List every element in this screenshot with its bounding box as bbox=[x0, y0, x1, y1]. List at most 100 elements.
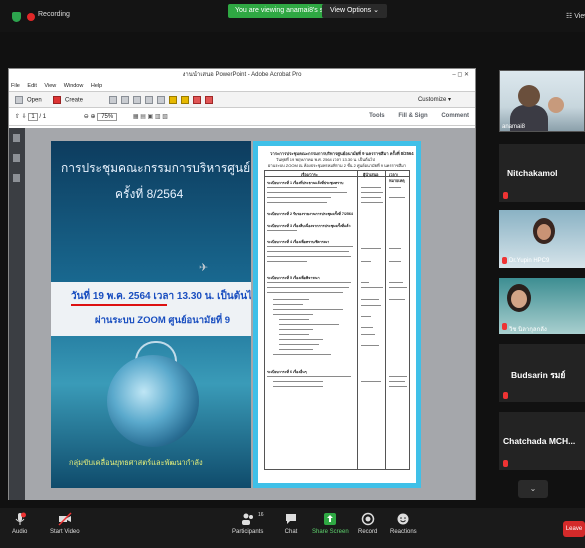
open-label: Open bbox=[27, 97, 42, 104]
folder-icon bbox=[15, 96, 23, 104]
agenda-row bbox=[273, 354, 331, 356]
agenda-row bbox=[279, 349, 313, 351]
time-cell bbox=[389, 248, 401, 250]
navigation-pane bbox=[9, 128, 25, 500]
slide-date: วันที่ 19 พ.ค. 2564 เวลา 13.30 น. เป็นต้… bbox=[71, 291, 251, 302]
menu-edit[interactable]: Edit bbox=[27, 83, 36, 89]
view-options-button[interactable]: View Options ⌄ bbox=[322, 4, 387, 18]
participant-tile-nitchakamol[interactable]: Nitchakamol bbox=[499, 144, 585, 202]
audio-label: Audio bbox=[12, 529, 28, 535]
zoom-in-icon[interactable]: ⊕ bbox=[90, 114, 95, 120]
participants-label: Participants bbox=[232, 529, 264, 535]
table-divider bbox=[385, 171, 386, 469]
agenda-row bbox=[273, 299, 309, 301]
audio-button[interactable]: Audio bbox=[12, 512, 27, 535]
agenda-venue: ผ่านระบบ ZOOM ณ ห้องประชุมพรหมพิราม 2 ชั… bbox=[268, 163, 407, 168]
menu-window[interactable]: Window bbox=[64, 83, 84, 89]
tools-pane-link[interactable]: Tools bbox=[369, 113, 385, 119]
participant-tile-dr-yupin[interactable]: Dr.Yupin HPC9 bbox=[499, 210, 585, 268]
customize-label: Customize bbox=[417, 97, 447, 103]
more-participants-button[interactable]: ⌄ bbox=[518, 480, 548, 498]
agenda-section: ระเบียบวาระที่ 3 เรื่องสืบเนื่องจากการปร… bbox=[267, 224, 351, 228]
time-cell bbox=[389, 386, 407, 388]
agenda-section: ระเบียบวาระที่ 4 เรื่องเพื่อทราบ/พิจารณา bbox=[267, 240, 330, 244]
chat-button[interactable]: Chat bbox=[284, 512, 298, 535]
zoom-level-select[interactable]: 75% bbox=[97, 113, 118, 121]
presenter-cell bbox=[361, 327, 373, 329]
zoom-out-icon[interactable]: ⊖ bbox=[84, 114, 89, 120]
bookmarks-icon[interactable] bbox=[13, 154, 20, 162]
participant-tile-anamai8[interactable]: anamai8 bbox=[499, 70, 585, 132]
agenda-row bbox=[267, 282, 351, 284]
document-viewer[interactable]: การประชุมคณะกรรมการบริหารศูนย์อนามัยที่9… bbox=[9, 128, 475, 500]
time-cell bbox=[389, 282, 403, 284]
stamp-icon[interactable] bbox=[193, 96, 201, 104]
attachments-icon[interactable] bbox=[13, 174, 20, 182]
export-icon[interactable] bbox=[157, 96, 165, 104]
email-icon[interactable] bbox=[133, 96, 141, 104]
print-icon[interactable] bbox=[121, 96, 129, 104]
mic-muted-icon bbox=[503, 192, 508, 199]
create-button[interactable]: Create bbox=[53, 96, 83, 104]
presenter-cell bbox=[361, 345, 379, 347]
agenda-row bbox=[279, 334, 309, 336]
page-total: 1 bbox=[42, 114, 47, 120]
agenda-col-presenter: ผู้นำเสนอ bbox=[363, 173, 379, 177]
presenter-cell bbox=[361, 192, 383, 194]
agenda-row bbox=[267, 251, 349, 253]
participant-name: Chatchada MCH... bbox=[503, 436, 576, 446]
video-off-icon bbox=[58, 512, 72, 526]
leave-button[interactable]: Leave bbox=[563, 521, 585, 537]
participant-tile-budsarin[interactable]: Budsarin รมย์ bbox=[499, 344, 585, 402]
window-controls[interactable]: – ◻ ✕ bbox=[452, 69, 469, 81]
participants-icon bbox=[241, 513, 253, 525]
presenter-cell bbox=[361, 248, 381, 250]
participant-name: Dr.Yupin HPC9 bbox=[509, 258, 550, 264]
fill-sign-pane-link[interactable]: Fill & Sign bbox=[398, 113, 427, 119]
comment-icon[interactable] bbox=[169, 96, 177, 104]
participant-tile-chatchada[interactable]: Chatchada MCH... bbox=[499, 412, 585, 470]
comment-pane-link[interactable]: Comment bbox=[441, 113, 469, 119]
participant-name: Budsarin รมย์ bbox=[511, 370, 566, 380]
slide-zoom-venue: ผ่านระบบ ZOOM ศูนย์อนามัยที่ 9 bbox=[95, 315, 231, 326]
menu-file[interactable]: File bbox=[11, 83, 20, 89]
mic-muted-icon bbox=[503, 460, 508, 467]
share-screen-button[interactable]: Share Screen bbox=[312, 512, 349, 535]
reactions-button[interactable]: Reactions bbox=[390, 512, 417, 535]
record-button[interactable]: Record bbox=[358, 512, 377, 535]
agenda-col-time: เวลา/หมายเหตุ bbox=[389, 173, 405, 183]
page-number-input[interactable]: 1 bbox=[28, 113, 38, 121]
gallery-view-button[interactable]: ☷ View bbox=[566, 12, 585, 20]
start-video-button[interactable]: Start Video bbox=[50, 512, 80, 535]
open-button[interactable]: Open bbox=[15, 96, 42, 104]
next-page-icon[interactable]: ⇩ bbox=[22, 114, 27, 120]
time-cell bbox=[389, 381, 405, 383]
chat-icon bbox=[286, 514, 296, 524]
agenda-section: ระเบียบวาระที่ 6 เรื่องอื่นๆ bbox=[267, 370, 307, 374]
share-screen-label: Share Screen bbox=[312, 529, 349, 535]
save-icon[interactable] bbox=[109, 96, 117, 104]
participants-button[interactable]: Participants 16 bbox=[232, 512, 264, 535]
mic-muted-icon bbox=[502, 323, 507, 330]
menu-help[interactable]: Help bbox=[91, 83, 102, 89]
view-mode-icons[interactable]: ▦ ▤ ▣ ▥ ▧ bbox=[133, 114, 168, 120]
time-cell bbox=[389, 261, 401, 263]
page-thumbnails-icon[interactable] bbox=[13, 134, 20, 142]
start-video-label: Start Video bbox=[50, 529, 80, 535]
customize-button[interactable]: Customize ▾ bbox=[418, 96, 451, 103]
agenda-row bbox=[279, 329, 313, 331]
prev-page-icon[interactable]: ⇧ bbox=[15, 114, 20, 120]
shield-icon[interactable] bbox=[12, 12, 21, 22]
participant-video bbox=[537, 224, 551, 240]
sign-icon[interactable] bbox=[205, 96, 213, 104]
acrobat-title-bar: งานนำเสนอ PowerPoint - Adobe Acrobat Pro… bbox=[9, 69, 475, 81]
acrobat-nav-toolbar: ⇧ ⇩ 1 / 1 ⊖ ⊕ 75% ▦ ▤ ▣ ▥ ▧ Tools Fill &… bbox=[9, 108, 475, 126]
agenda-section: ระเบียบวาระที่ 5 เรื่องเพื่อพิจารณา bbox=[267, 276, 320, 280]
mic-muted-icon bbox=[503, 392, 508, 399]
participant-tile-4[interactable]: วิช นิลากุลกลัง bbox=[499, 278, 585, 334]
recording-label: Recording bbox=[38, 11, 70, 18]
view-options-label: View Options bbox=[330, 7, 372, 14]
menu-view[interactable]: View bbox=[44, 83, 56, 89]
highlight-icon[interactable] bbox=[181, 96, 189, 104]
settings-icon[interactable] bbox=[145, 96, 153, 104]
